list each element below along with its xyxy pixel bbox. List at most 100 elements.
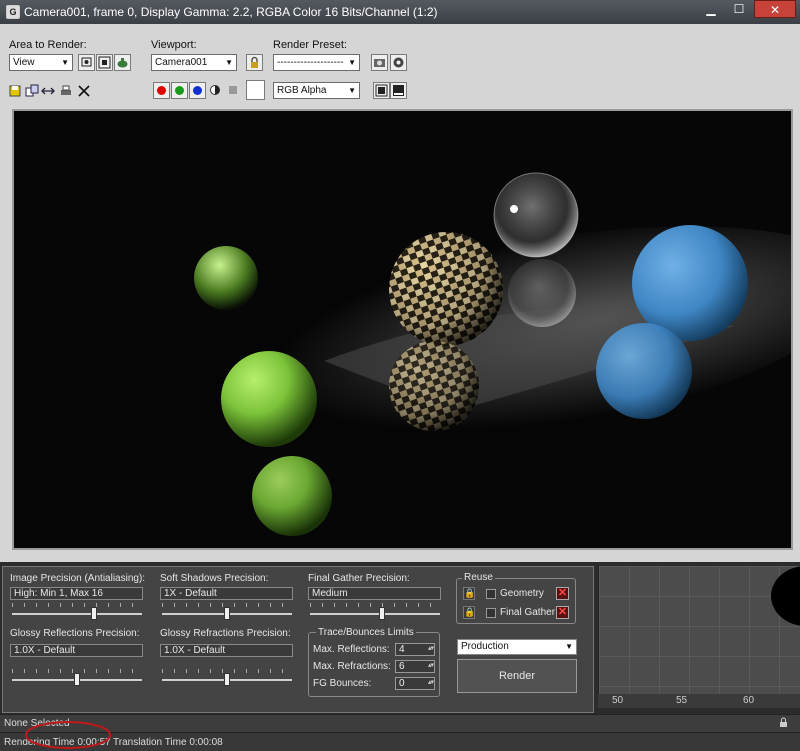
render-teapot-icon (117, 58, 128, 68)
soft-shadows-field[interactable]: 1X - Default (160, 587, 293, 600)
red-channel-toggle[interactable] (153, 82, 170, 99)
blue-channel-icon (193, 86, 202, 95)
channel-display-dropdown[interactable]: RGB Alpha ▼ (273, 82, 360, 99)
compare-icon (41, 87, 55, 95)
final-gather-precision-slider[interactable] (310, 602, 440, 622)
viewport-label: Viewport: (151, 39, 197, 51)
green-sphere-reflection (252, 456, 332, 536)
slider-ticks (310, 603, 440, 607)
background-viewport[interactable] (598, 566, 800, 704)
slider-track (12, 613, 142, 615)
render-setup-button[interactable] (371, 54, 388, 71)
alpha-icon (210, 85, 220, 95)
viewport-value: Camera001 (155, 57, 208, 68)
render-preset-dropdown[interactable]: -------------------- ▼ (273, 54, 360, 71)
display-alpha-button[interactable] (208, 83, 222, 97)
swatch-color[interactable] (246, 80, 265, 100)
annotation-circle (25, 721, 111, 749)
app-icon[interactable]: G (6, 5, 20, 19)
glossy-refractions-slider[interactable] (162, 668, 292, 688)
title-bar: G Camera001, frame 0, Display Gamma: 2.2… (0, 0, 800, 24)
clear-geometry-cache-button[interactable]: ✕ (556, 587, 569, 600)
glossy-refractions-label: Glossy Refractions Precision: (160, 628, 291, 639)
final-gather-precision-field[interactable]: Medium (308, 587, 441, 600)
lower-panel: Image Precision (Antialiasing): High: Mi… (0, 562, 800, 751)
image-precision-label: Image Precision (Antialiasing): (10, 573, 146, 584)
max-refractions-label: Max. Refractions: (313, 661, 391, 672)
max-refractions-spinner[interactable]: 6 (395, 660, 435, 673)
slider-thumb[interactable] (224, 673, 230, 686)
compare-button[interactable] (41, 84, 55, 98)
green-channel-icon (175, 86, 184, 95)
lock-icon[interactable]: 🔒 (463, 606, 475, 619)
chevron-down-icon: ▼ (565, 642, 573, 651)
production-dropdown[interactable]: Production ▼ (457, 639, 577, 655)
render-region-button[interactable] (114, 54, 131, 71)
lock-viewport-button[interactable] (246, 54, 263, 71)
frame-buffer-dialog: Area to Render: View ▼ Viewport: Camera00… (0, 24, 800, 562)
clear-button[interactable] (77, 84, 91, 98)
environment-button[interactable] (390, 54, 407, 71)
slider-thumb[interactable] (74, 673, 80, 686)
small-green-sphere (194, 246, 258, 310)
glass-sphere (493, 172, 579, 258)
render-setup-icon (374, 59, 385, 67)
timeline-ruler[interactable]: 50 55 60 (598, 694, 800, 708)
slider-track (310, 613, 440, 615)
chevron-down-icon: ▼ (225, 58, 233, 67)
red-channel-icon (157, 86, 166, 95)
toggle-ui-button[interactable] (390, 82, 407, 99)
close-button[interactable]: ✕ (754, 0, 796, 18)
slider-ticks (12, 603, 142, 607)
green-channel-toggle[interactable] (171, 82, 188, 99)
monochrome-button[interactable] (226, 83, 240, 97)
lock-icon (251, 56, 258, 68)
channel-display-value: RGB Alpha (277, 85, 327, 96)
render-settings-panel: Image Precision (Antialiasing): High: Mi… (2, 566, 594, 713)
print-icon (61, 85, 71, 95)
fg-bounces-spinner[interactable]: 0 (395, 677, 435, 690)
print-button[interactable] (59, 84, 73, 98)
glossy-reflections-field[interactable]: 1.0X - Default (10, 644, 143, 657)
glossy-reflections-slider[interactable] (12, 668, 142, 688)
reuse-title: Reuse (462, 572, 495, 583)
toggle-ui-icon (393, 85, 404, 96)
minimize-button[interactable]: ▁ (698, 0, 724, 18)
render-button[interactable]: Render (457, 659, 577, 693)
area-to-render-dropdown[interactable]: View ▼ (9, 54, 73, 71)
chevron-down-icon: ▼ (61, 58, 69, 67)
production-value: Production (461, 641, 509, 652)
slider-thumb[interactable] (224, 607, 230, 620)
max-reflections-spinner[interactable]: 4 (395, 643, 435, 656)
translation-time: Translation Time 0:00:08 (113, 737, 223, 748)
final-gather-reuse-label: Final Gather (500, 607, 556, 618)
geometry-checkbox[interactable] (486, 589, 496, 599)
clone-icon (25, 84, 39, 97)
clone-frame-button[interactable] (25, 84, 39, 98)
fg-bounces-label: FG Bounces: (313, 678, 372, 689)
glossy-reflections-label: Glossy Reflections Precision: (10, 628, 140, 639)
edit-region-icon (81, 57, 92, 67)
glossy-refractions-field[interactable]: 1.0X - Default (160, 644, 293, 657)
render-image[interactable] (12, 109, 793, 550)
image-precision-slider[interactable] (12, 602, 142, 622)
gear-icon (393, 57, 404, 68)
maximize-button[interactable]: ☐ (726, 0, 752, 18)
viewport-dropdown[interactable]: Camera001 ▼ (151, 54, 237, 71)
slider-thumb[interactable] (91, 607, 97, 620)
trace-bounces-title: Trace/Bounces Limits (316, 627, 416, 638)
image-precision-field[interactable]: High: Min 1, Max 16 (10, 587, 143, 600)
lock-selection-icon[interactable] (779, 717, 788, 728)
blue-channel-toggle[interactable] (189, 82, 206, 99)
slider-thumb[interactable] (379, 607, 385, 620)
final-gather-reuse-checkbox[interactable] (486, 608, 496, 618)
save-image-button[interactable] (8, 84, 22, 98)
clear-final-gather-cache-button[interactable]: ✕ (556, 606, 569, 619)
soft-shadows-slider[interactable] (162, 602, 292, 622)
chevron-down-icon: ▼ (348, 58, 356, 67)
lock-icon[interactable]: 🔒 (463, 587, 475, 600)
viewport-grid (599, 566, 800, 704)
edit-region-button[interactable] (78, 54, 95, 71)
toggle-ui-overlay-button[interactable] (373, 82, 390, 99)
auto-region-button[interactable] (96, 54, 113, 71)
